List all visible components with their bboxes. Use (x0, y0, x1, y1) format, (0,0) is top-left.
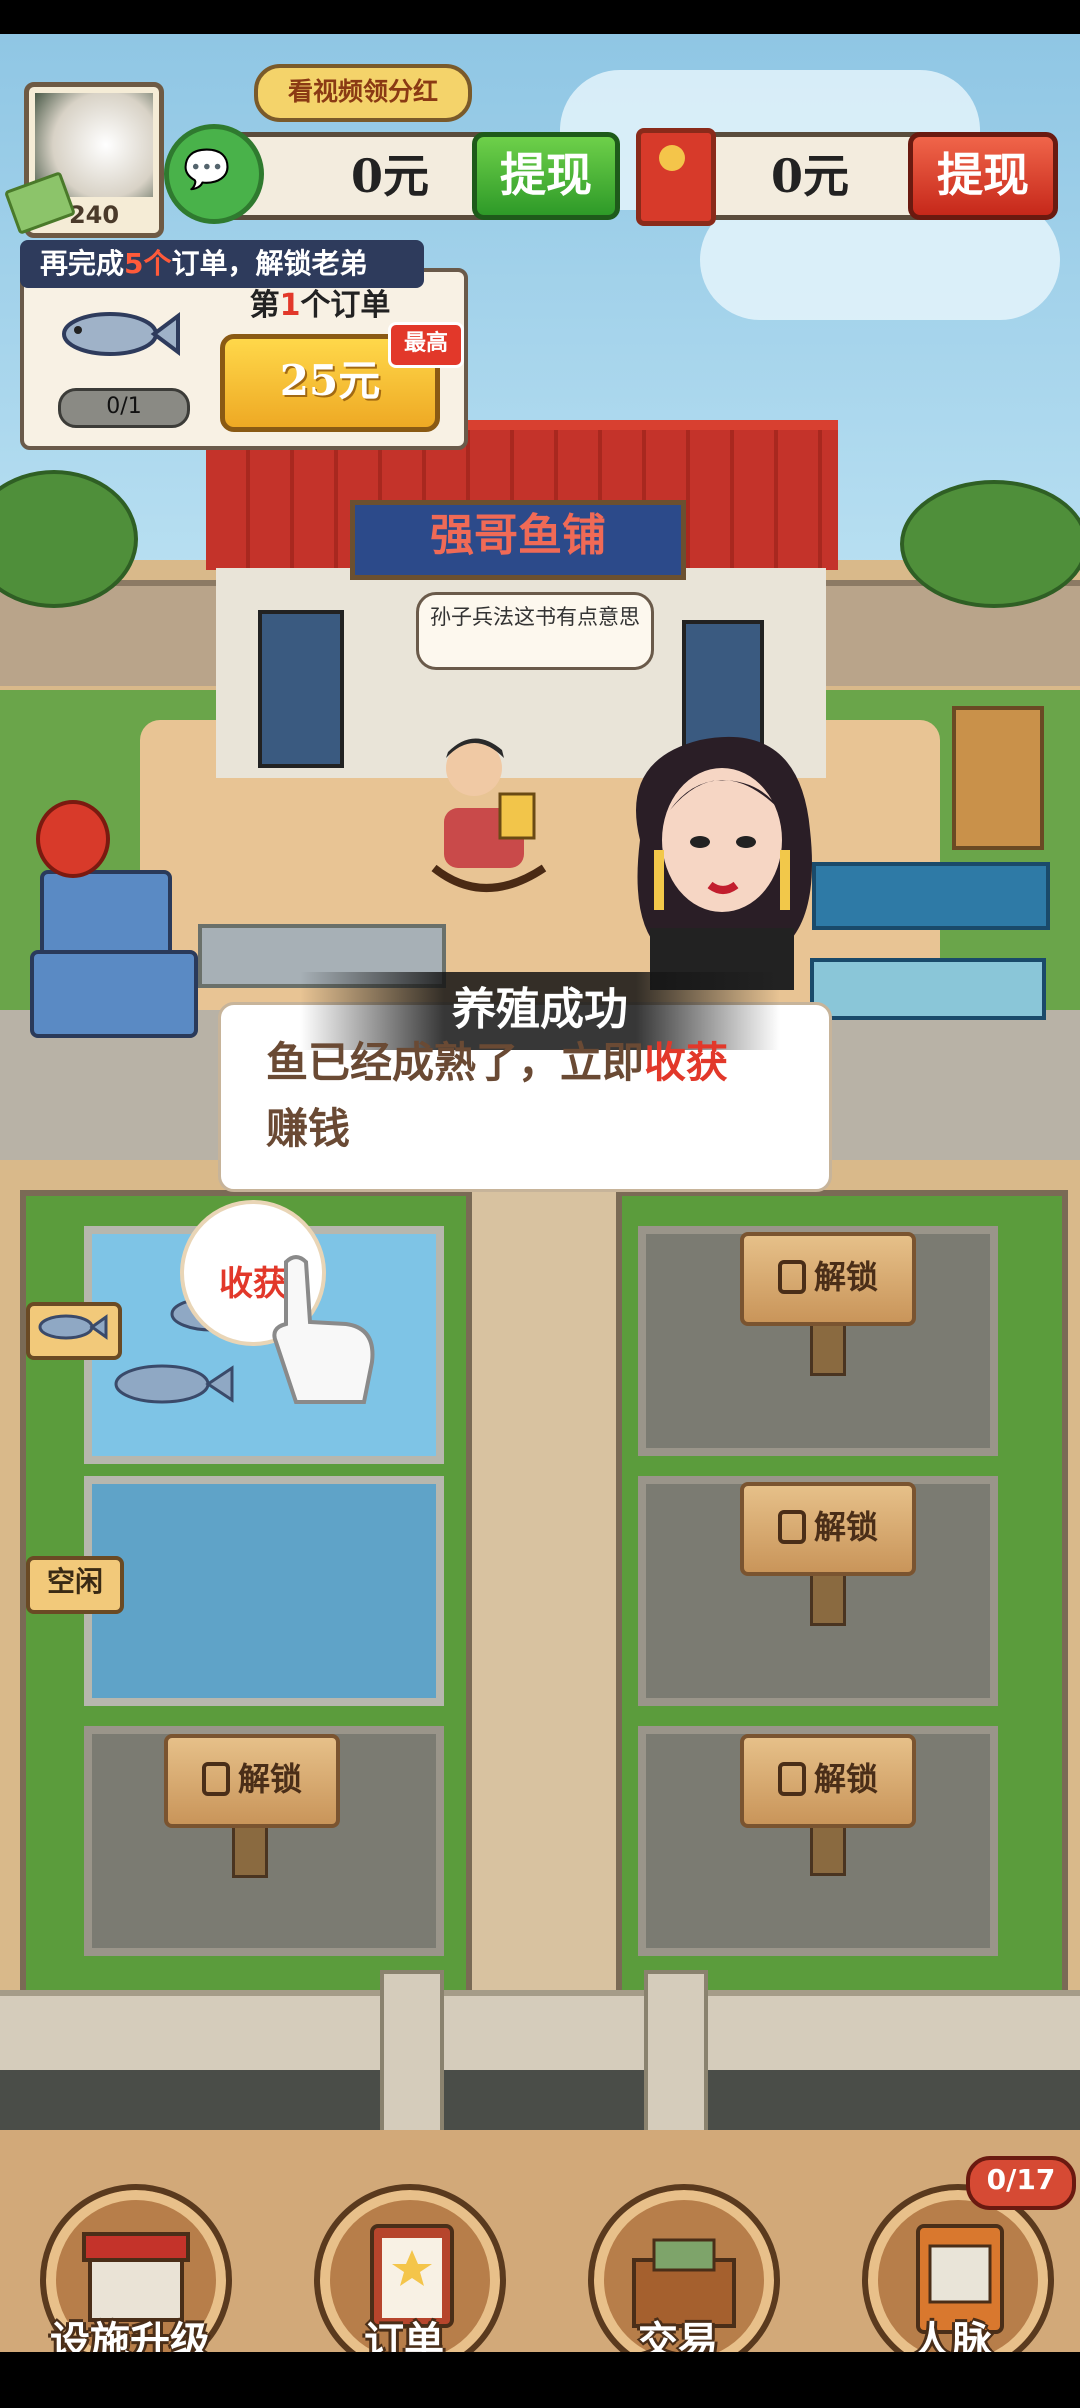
status-bar (0, 0, 1080, 34)
system-nav-bar (0, 2352, 1080, 2408)
order-progress: 0/1 (58, 388, 190, 428)
red-bucket (36, 800, 110, 878)
contacts-badge: 0/17 (966, 2156, 1076, 2210)
pond-2-empty[interactable] (84, 1476, 444, 1706)
shop-sign: 强哥鱼铺 (350, 500, 686, 580)
fish-icon (62, 312, 180, 356)
shellfish-tray (812, 862, 1050, 930)
redpacket-withdraw-button[interactable]: 提现 (908, 132, 1058, 220)
idle-tag: 空闲 (26, 1556, 124, 1614)
red-envelope-icon (636, 128, 716, 226)
lock-icon (777, 1762, 806, 1796)
order-unlock-banner: 再完成5个订单，解锁老弟 (20, 240, 424, 288)
unlock-button[interactable]: 解锁 (164, 1734, 340, 1828)
max-tag: 最高 (388, 322, 464, 368)
speech-bubble: 孙子兵法这书有点意思 (416, 592, 654, 670)
center-road (460, 1150, 630, 2000)
pointing-hand-icon (272, 1255, 375, 1404)
lock-icon (777, 1510, 806, 1544)
unlock-button[interactable]: 解锁 (740, 1734, 916, 1828)
wechat-withdraw-button[interactable]: 提现 (472, 132, 620, 220)
side-table (952, 706, 1044, 850)
fish-tank (810, 958, 1046, 1020)
lock-icon (777, 1260, 806, 1294)
gate-pillar (380, 1970, 444, 2148)
lock-icon (201, 1762, 230, 1796)
redpacket-amount: 0元 (770, 149, 849, 203)
cooler-box (30, 950, 198, 1038)
shop-door (258, 610, 344, 768)
fish-icon (38, 1314, 108, 1340)
gate-pillar (644, 1970, 708, 2148)
unlock-button[interactable]: 解锁 (740, 1232, 916, 1326)
fish-type-tag (26, 1302, 122, 1360)
video-reward-tip[interactable]: 看视频领分红 (254, 64, 472, 122)
wechat-icon: 💬 (164, 124, 264, 224)
unlock-button[interactable]: 解锁 (740, 1482, 916, 1576)
tool-box (40, 870, 172, 958)
lady-character[interactable] (610, 720, 830, 990)
boss-character[interactable] (414, 728, 554, 908)
wechat-amount: 0元 (350, 149, 429, 203)
tree (900, 480, 1080, 608)
brick-wall (0, 2070, 1080, 2130)
popup-message: 鱼已经成熟了，立即收获 赚钱 (266, 1038, 729, 1153)
